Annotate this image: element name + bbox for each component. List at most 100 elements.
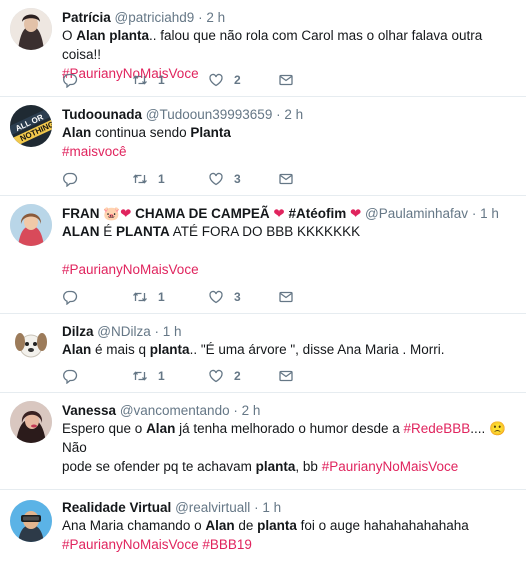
red-heart-emoji: ❤ bbox=[349, 206, 362, 221]
username[interactable]: @Paulaminhafav bbox=[365, 206, 468, 221]
username[interactable]: @vancomentando bbox=[120, 403, 230, 418]
tweet[interactable]: Dilza @NDilza · 1 h Alan é mais q planta… bbox=[0, 314, 526, 393]
timestamp[interactable]: 1 h bbox=[480, 206, 499, 221]
display-name[interactable]: FRAN 🐷❤ CHAMA DE CAMPEÃ ❤ #Atéofim ❤ bbox=[62, 206, 361, 221]
reply-icon bbox=[63, 73, 78, 88]
display-name[interactable]: Tudoounada bbox=[62, 107, 142, 122]
reply-icon bbox=[63, 369, 78, 384]
hashtag-link[interactable]: #maisvocê bbox=[62, 144, 127, 159]
like-button[interactable]: 3 bbox=[208, 169, 241, 189]
display-name[interactable]: Realidade Virtual bbox=[62, 500, 171, 515]
avatar[interactable]: ALL OR NOTHING bbox=[10, 105, 52, 147]
reply-icon bbox=[63, 290, 78, 305]
tweet-text: ALAN É PLANTA ATÉ FORA DO BBB KKKKKKK #P… bbox=[62, 222, 516, 279]
name-part: CHAMA DE CAMPEÃ bbox=[131, 206, 274, 221]
avatar[interactable] bbox=[10, 204, 52, 246]
separator: · bbox=[198, 10, 203, 25]
text-bold: Alan bbox=[62, 342, 92, 357]
direct-message-button[interactable] bbox=[278, 70, 294, 90]
envelope-icon bbox=[279, 370, 293, 382]
text-span: de bbox=[234, 518, 258, 533]
direct-message-button[interactable] bbox=[278, 366, 294, 386]
like-button[interactable]: 2 bbox=[208, 70, 241, 90]
retweet-count: 1 bbox=[158, 172, 165, 186]
username[interactable]: @realvirtuall bbox=[175, 500, 250, 515]
heart-icon bbox=[209, 172, 223, 186]
retweet-icon bbox=[133, 174, 147, 184]
tweet-header: Dilza @NDilza · 1 h bbox=[62, 323, 518, 340]
reply-button[interactable] bbox=[62, 169, 78, 189]
tweet[interactable]: Vanessa @vancomentando · 2 h Espero que … bbox=[0, 393, 526, 490]
tweet[interactable]: ALL OR NOTHING Tudoounada @Tudooun3999365… bbox=[0, 97, 526, 196]
hashtag-link[interactable]: #PaurianyNoMaisVoce #BBB19 bbox=[62, 537, 252, 552]
tweet-header: Realidade Virtual @realvirtuall · 1 h bbox=[62, 499, 518, 516]
separator: · bbox=[276, 107, 281, 122]
tweet-actions: 1 3 bbox=[62, 169, 302, 189]
avatar[interactable] bbox=[10, 8, 52, 50]
tweet[interactable]: Patrícia @patriciahd9 · 2 h O Alan plant… bbox=[0, 0, 526, 97]
timestamp[interactable]: 2 h bbox=[206, 10, 225, 25]
retweet-icon bbox=[133, 75, 147, 85]
tweet-header: Tudoounada @Tudooun39993659 · 2 h bbox=[62, 106, 518, 123]
retweet-count: 1 bbox=[158, 73, 165, 87]
retweet-button[interactable]: 1 bbox=[132, 287, 165, 307]
reply-button[interactable] bbox=[62, 70, 78, 90]
tweet-text: Alan continua sendo Planta #maisvocê bbox=[62, 123, 516, 161]
display-name[interactable]: Dilza bbox=[62, 324, 94, 339]
text-bold: Alan bbox=[62, 125, 92, 140]
red-heart-emoji: ❤ bbox=[273, 206, 285, 221]
avatar[interactable] bbox=[10, 500, 52, 542]
name-part: FRAN bbox=[62, 206, 104, 221]
tweet[interactable]: FRAN 🐷❤ CHAMA DE CAMPEÃ ❤ #Atéofim ❤ @Pa… bbox=[0, 196, 526, 314]
text-bold: planta bbox=[149, 342, 190, 357]
text-bold: PLANTA bbox=[116, 224, 170, 239]
username[interactable]: @Tudooun39993659 bbox=[146, 107, 273, 122]
tweet[interactable]: Realidade Virtual @realvirtuall · 1 h An… bbox=[0, 490, 526, 564]
avatar[interactable] bbox=[10, 322, 52, 364]
like-count: 2 bbox=[234, 73, 241, 87]
heart-icon bbox=[209, 73, 223, 87]
like-button[interactable]: 3 bbox=[208, 287, 241, 307]
tweet-header: Vanessa @vancomentando · 2 h bbox=[62, 402, 518, 419]
timestamp[interactable]: 2 h bbox=[242, 403, 261, 418]
hashtag-link[interactable]: #PaurianyNoMaisVoce bbox=[322, 459, 459, 474]
separator: · bbox=[154, 324, 160, 339]
username[interactable]: @NDilza bbox=[97, 324, 150, 339]
name-part: #Atéofim bbox=[284, 206, 350, 221]
hashtag-link[interactable]: #PaurianyNoMaisVoce bbox=[62, 262, 199, 277]
avatar[interactable] bbox=[10, 401, 52, 443]
heart-icon bbox=[209, 369, 223, 383]
like-button[interactable]: 2 bbox=[208, 366, 241, 386]
timestamp[interactable]: 2 h bbox=[284, 107, 303, 122]
tweet-actions: 1 2 bbox=[62, 366, 302, 386]
hashtag-link[interactable]: #RedeBBB bbox=[403, 421, 470, 436]
tweet-header: FRAN 🐷❤ CHAMA DE CAMPEÃ ❤ #Atéofim ❤ @Pa… bbox=[62, 205, 518, 222]
tweet-actions: 1 2 bbox=[62, 70, 302, 90]
direct-message-button[interactable] bbox=[278, 287, 294, 307]
text-bold: Alan bbox=[146, 421, 176, 436]
reply-button[interactable] bbox=[62, 287, 78, 307]
pig-emoji: 🐷 bbox=[103, 206, 121, 221]
display-name[interactable]: Patrícia bbox=[62, 10, 111, 25]
username[interactable]: @patriciahd9 bbox=[115, 10, 195, 25]
retweet-button[interactable]: 1 bbox=[132, 366, 165, 386]
display-name[interactable]: Vanessa bbox=[62, 403, 116, 418]
direct-message-button[interactable] bbox=[278, 169, 294, 189]
text-span: pode se ofender pq te achavam bbox=[62, 459, 256, 474]
text-bold: planta bbox=[257, 518, 297, 533]
tweet-header: Patrícia @patriciahd9 · 2 h bbox=[62, 9, 518, 26]
reply-icon bbox=[63, 172, 78, 187]
timestamp[interactable]: 1 h bbox=[262, 500, 281, 515]
text-bold: Alan bbox=[205, 518, 235, 533]
tweet-text: Alan é mais q planta.. "É uma árvore ", … bbox=[62, 340, 516, 359]
text-bold: Planta bbox=[190, 125, 231, 140]
retweet-button[interactable]: 1 bbox=[132, 70, 165, 90]
reply-button[interactable] bbox=[62, 366, 78, 386]
text-span: , bb bbox=[295, 459, 322, 474]
separator: · bbox=[233, 403, 238, 418]
text-span: .. "É uma árvore ", disse Ana Maria . Mo… bbox=[189, 342, 445, 357]
red-heart-emoji: ❤ bbox=[120, 206, 132, 221]
text-span: já tenha melhorado o humor desde a bbox=[175, 421, 404, 436]
timestamp[interactable]: 1 h bbox=[163, 324, 182, 339]
retweet-button[interactable]: 1 bbox=[132, 169, 165, 189]
